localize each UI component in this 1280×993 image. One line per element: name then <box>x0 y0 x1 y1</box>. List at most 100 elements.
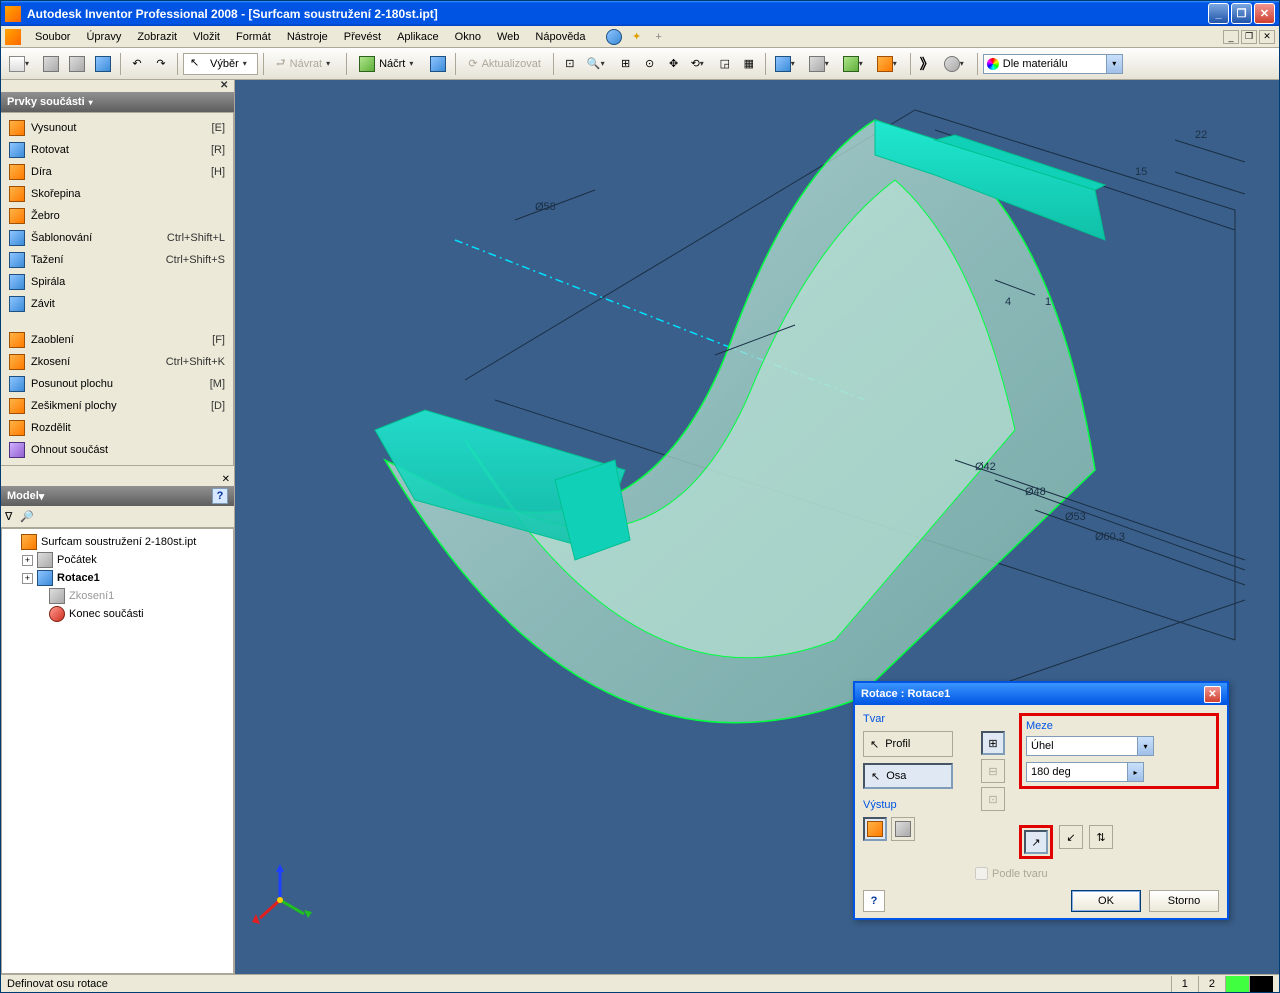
mdi-close-button[interactable]: ✕ <box>1259 30 1275 44</box>
menu-zobrazit[interactable]: Zobrazit <box>129 28 185 46</box>
feature-item-6[interactable]: TaženíCtrl+Shift+S <box>1 249 233 271</box>
extents-type-select[interactable]: Úhel ▾ <box>1026 736 1154 756</box>
feature-shortcut: Ctrl+Shift+K <box>166 356 225 368</box>
menu-napoveda[interactable]: Nápověda <box>527 28 593 46</box>
tree-root[interactable]: Surfcam soustružení 2-180st.ipt <box>6 533 229 551</box>
view-cube-button[interactable]: ▦ <box>738 53 760 75</box>
feature-item-0[interactable]: Vysunout[E] <box>1 117 233 139</box>
material-label: Dle materiálu <box>1003 58 1068 70</box>
lookat-button[interactable]: ◲ <box>714 53 736 75</box>
shadow-button[interactable]: ▾ <box>805 53 837 75</box>
return-button: ⮐ Návrat▾ <box>269 53 341 75</box>
sketch-button[interactable]: Náčrt▾ <box>352 53 424 75</box>
menu-prevest[interactable]: Převést <box>336 28 389 46</box>
menu-vlozit[interactable]: Vložit <box>185 28 228 46</box>
material-assign-button[interactable]: ▾ <box>940 53 972 75</box>
model-help-button[interactable]: ? <box>212 488 228 504</box>
tree-rotace[interactable]: +Rotace1 <box>6 569 229 587</box>
output-solid-button[interactable] <box>863 817 887 841</box>
material-select[interactable]: Dle materiálu ▾ <box>983 54 1123 74</box>
minimize-button[interactable]: _ <box>1208 3 1229 24</box>
find-icon[interactable]: 🔎 <box>20 510 34 523</box>
feature-item-11[interactable]: ZkoseníCtrl+Shift+K <box>1 351 233 373</box>
direction-2-button[interactable]: ↙ <box>1059 825 1083 849</box>
mdi-restore-button[interactable]: ❐ <box>1241 30 1257 44</box>
visual-style-button[interactable]: ▾ <box>771 53 803 75</box>
angle-input[interactable]: 180 deg ▸ <box>1026 762 1144 782</box>
feature-icon <box>9 186 25 202</box>
profile-button[interactable]: ↖Profil <box>863 731 953 757</box>
feature-item-13[interactable]: Zešikmení plochy[D] <box>1 395 233 417</box>
zoom-selected-button[interactable]: ⊙ <box>639 53 661 75</box>
feature-item-8[interactable]: Závit <box>1 293 233 315</box>
menu-upravy[interactable]: Úpravy <box>78 28 129 46</box>
operation-join-button[interactable]: ⊞ <box>981 731 1005 755</box>
filter-icon[interactable]: ∇ <box>5 510 12 523</box>
feature-item-2[interactable]: Díra[H] <box>1 161 233 183</box>
feature-item-5[interactable]: ŠablonováníCtrl+Shift+L <box>1 227 233 249</box>
features-panel-header[interactable]: ✕ Prvky součásti ▾ <box>1 92 234 112</box>
tree-konec[interactable]: Konec součásti <box>6 605 229 623</box>
group-tvar-label: Tvar <box>863 713 973 725</box>
menu-format[interactable]: Formát <box>228 28 279 46</box>
dialog-help-button[interactable]: ? <box>863 890 885 912</box>
dialog-close-button[interactable]: ✕ <box>1204 686 1221 703</box>
menu-okno[interactable]: Okno <box>447 28 489 46</box>
new-button[interactable]: ▾ <box>5 53 37 75</box>
redo-button[interactable]: ↷ <box>150 53 172 75</box>
plus-icon[interactable]: + <box>648 26 670 48</box>
close-button[interactable]: ✕ <box>1254 3 1275 24</box>
model-panel-header[interactable]: Model ▾ ? <box>1 486 234 506</box>
zoom-window-button[interactable]: ⊞ <box>615 53 637 75</box>
dialog-titlebar[interactable]: Rotace : Rotace1 ✕ <box>855 683 1227 705</box>
open-link-button <box>39 53 63 75</box>
feature-item-12[interactable]: Posunout plochu[M] <box>1 373 233 395</box>
features-close-icon[interactable]: ✕ <box>220 80 232 92</box>
feature-item-15[interactable]: Ohnout součást <box>1 439 233 461</box>
tree-pocatek[interactable]: +Počátek <box>6 551 229 569</box>
feature-item-1[interactable]: Rotovat[R] <box>1 139 233 161</box>
dialog-title: Rotace : Rotace1 <box>861 688 950 700</box>
feature-label: Rozdělit <box>31 422 219 434</box>
tree-zkoseni[interactable]: Zkosení1 <box>6 587 229 605</box>
model-close-icon[interactable]: ✕ <box>222 474 230 485</box>
cancel-button[interactable]: Storno <box>1149 890 1219 912</box>
menu-soubor[interactable]: Soubor <box>27 28 78 46</box>
component-button[interactable]: ▾ <box>839 53 871 75</box>
section-button[interactable]: ▾ <box>873 53 905 75</box>
ok-button[interactable]: OK <box>1071 890 1141 912</box>
feature-item-14[interactable]: Rozdělit <box>1 417 233 439</box>
menu-nastroje[interactable]: Nástroje <box>279 28 336 46</box>
svg-text:22: 22 <box>1195 129 1207 141</box>
help-icon[interactable] <box>602 26 626 48</box>
feature-label: Zaoblení <box>31 334 206 346</box>
sketch-3d-button[interactable] <box>426 53 450 75</box>
statusbar: Definovat osu rotace 1 2 <box>1 974 1279 992</box>
axis-button[interactable]: ↖Osa <box>863 763 953 789</box>
direction-sym-button[interactable]: ⇅ <box>1089 825 1113 849</box>
viewport-3d[interactable]: Ø58 Ø42 Ø48 Ø53 Ø60,3 22 15 4 1 Rotace : <box>235 80 1279 974</box>
feature-item-3[interactable]: Skořepina <box>1 183 233 205</box>
chevron-down-icon[interactable]: ▾ <box>1137 737 1153 755</box>
svg-text:Ø48: Ø48 <box>1025 486 1046 498</box>
zoom-all-button[interactable]: ⊡ <box>559 53 581 75</box>
material-dropdown-icon[interactable]: ▾ <box>1106 55 1122 73</box>
feature-item-10[interactable]: Zaoblení[F] <box>1 329 233 351</box>
menu-aplikace[interactable]: Aplikace <box>389 28 447 46</box>
select-button[interactable]: ↖Výběr▾ <box>183 53 258 75</box>
feature-item-7[interactable]: Spirála <box>1 271 233 293</box>
save-button[interactable] <box>91 53 115 75</box>
arrow-right-icon[interactable]: ▸ <box>1127 763 1143 781</box>
star-icon[interactable]: ✦ <box>626 26 648 48</box>
orbit-button[interactable]: ⟲▾ <box>687 53 712 75</box>
analysis-button[interactable]: 》 <box>916 53 938 75</box>
feature-item-4[interactable]: Žebro <box>1 205 233 227</box>
feature-label: Závit <box>31 298 219 310</box>
pan-button[interactable]: ✥ <box>663 53 685 75</box>
undo-button[interactable]: ↶ <box>126 53 148 75</box>
maximize-button[interactable]: ❐ <box>1231 3 1252 24</box>
mdi-minimize-button[interactable]: _ <box>1223 30 1239 44</box>
menu-web[interactable]: Web <box>489 28 527 46</box>
direction-1-button[interactable]: ↗ <box>1024 830 1048 854</box>
zoom-button[interactable]: 🔍▾ <box>583 53 613 75</box>
